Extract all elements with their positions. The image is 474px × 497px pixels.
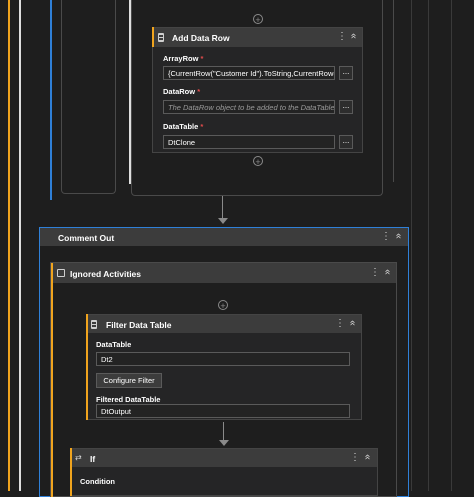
right-line-1 — [411, 0, 412, 491]
data-table-label: DataTable * — [163, 122, 204, 131]
filter-datatable-label: DataTable — [96, 340, 132, 349]
data-table-field[interactable]: DtClone — [163, 135, 335, 149]
filter-data-table-accent — [86, 314, 88, 420]
ignored-activities-menu-icon[interactable]: ⋮ — [370, 268, 380, 278]
right-line-3 — [451, 0, 452, 491]
data-row-label: DataRow * — [163, 87, 201, 96]
comment-out-menu-icon[interactable]: ⋮ — [381, 232, 391, 242]
data-row-field[interactable]: The DataRow object to be added to the Da… — [163, 100, 335, 114]
data-row-browse-button[interactable]: ... — [339, 100, 353, 114]
comment-out-title: Comment Out — [58, 233, 115, 243]
if-accent — [70, 448, 72, 496]
left-blue-line — [50, 0, 52, 200]
connector-arrow-2 — [219, 440, 229, 446]
if-icon: ⇄ — [75, 453, 82, 462]
upper-right-border — [393, 0, 394, 182]
if-header[interactable] — [71, 449, 377, 467]
filter-data-table-menu-icon[interactable]: ⋮ — [335, 319, 345, 329]
array-row-browse-button[interactable]: ... — [339, 66, 353, 80]
data-table-browse-button[interactable]: ... — [339, 135, 353, 149]
filter-data-table-collapse-icon[interactable]: « — [347, 320, 358, 326]
left-white-line — [19, 0, 21, 491]
if-menu-icon[interactable]: ⋮ — [350, 453, 360, 463]
connector-arrow — [218, 218, 228, 224]
ignored-activities-title: Ignored Activities — [70, 269, 142, 279]
upper-body-white-line — [129, 0, 131, 184]
filtered-datatable-label: Filtered DataTable — [96, 395, 161, 404]
filtered-datatable-field[interactable]: DtOutput — [96, 404, 350, 418]
filter-data-table-title: Filter Data Table — [106, 320, 172, 330]
add-data-row-title: Add Data Row — [172, 33, 230, 43]
left-orange-line — [8, 0, 10, 491]
if-collapse-icon[interactable]: « — [362, 454, 373, 460]
add-activity-icon-ignored[interactable]: + — [218, 300, 228, 311]
connector-line — [222, 196, 223, 220]
add-data-row-collapse-icon[interactable]: « — [348, 33, 359, 39]
filter-datatable-field[interactable]: Dt2 — [96, 352, 350, 366]
connector-line-2 — [223, 422, 224, 442]
comment-out-collapse-icon[interactable]: « — [393, 233, 404, 239]
add-activity-icon-after-row[interactable]: + — [253, 156, 263, 167]
table-row-icon — [158, 33, 164, 42]
ignored-activities-accent — [51, 263, 53, 497]
if-title: If — [90, 454, 96, 464]
upper-sequence-frame — [61, 0, 116, 194]
table-filter-icon — [91, 320, 97, 329]
ignored-activities-collapse-icon[interactable]: « — [382, 269, 393, 275]
array-row-field[interactable]: {CurrentRow("Customer Id").ToString,Curr… — [163, 66, 335, 80]
configure-filter-button[interactable]: Configure Filter — [96, 373, 162, 388]
ignore-icon — [57, 269, 65, 277]
right-line-2 — [428, 0, 429, 491]
add-data-row-menu-icon[interactable]: ⋮ — [337, 32, 347, 42]
if-condition-label: Condition — [80, 477, 115, 486]
array-row-label: ArrayRow * — [163, 54, 204, 63]
add-activity-icon-top[interactable]: + — [253, 14, 263, 25]
